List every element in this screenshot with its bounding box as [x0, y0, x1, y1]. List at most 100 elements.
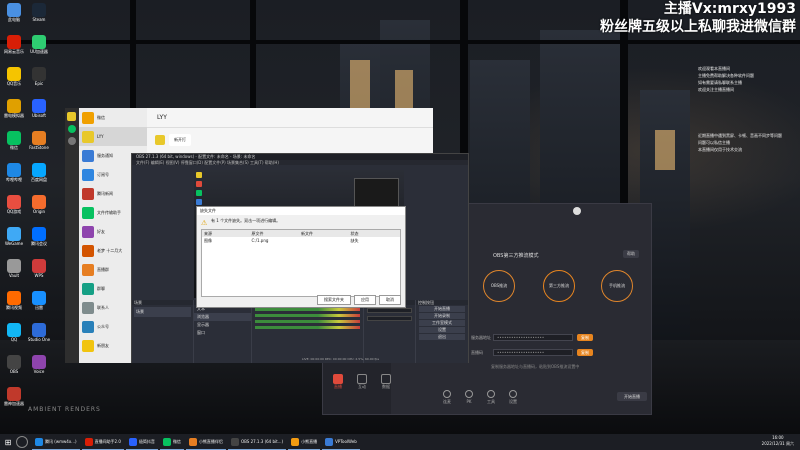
copy-server-button[interactable]: 复制: [577, 334, 593, 341]
search-folder-button[interactable]: 搜索文件夹: [317, 295, 351, 305]
help-button[interactable]: 帮助: [623, 250, 639, 258]
server-field[interactable]: ••••••••••••••••••••: [493, 334, 573, 341]
tool-settings[interactable]: 设置: [509, 390, 517, 405]
missing-files-dialog[interactable]: 缺失文件 ⚠ 有 1 个文件缺失。双击一项进行编辑。 来源 原文件 新文件 状态…: [196, 206, 406, 308]
desktop-icon[interactable]: Ubisoft: [27, 99, 51, 129]
taskbar-button[interactable]: 直播间助手2.0: [81, 434, 124, 450]
desktop-icon[interactable]: WeGame: [2, 227, 26, 257]
desktop-icon-label: UU加速器: [30, 49, 48, 54]
source-item[interactable]: 显示器: [194, 321, 251, 329]
mode-mobile[interactable]: 手机推流: [601, 270, 633, 302]
data-icon[interactable]: [381, 374, 391, 384]
studio-mode-button[interactable]: 工作室模式: [419, 320, 465, 326]
mixer-dock: 混音器: [252, 300, 364, 363]
exit-button[interactable]: 退出: [419, 334, 465, 340]
avatar[interactable]: [573, 207, 581, 215]
desktop-icon[interactable]: Vault: [2, 259, 26, 289]
start-live-button[interactable]: 开始直播: [617, 392, 647, 401]
copy-key-button[interactable]: 复制: [577, 349, 593, 356]
duration-input[interactable]: [367, 316, 412, 321]
live-icon[interactable]: [333, 374, 343, 384]
tool-lianmai[interactable]: 连麦: [443, 390, 451, 405]
table-row[interactable]: 图像 C:/1.png 缺失: [202, 237, 400, 244]
taskbar-label: VPToolWeb: [335, 439, 357, 444]
settings-button[interactable]: 设置: [419, 327, 465, 333]
contacts-icon[interactable]: [68, 137, 76, 145]
desktop-icon[interactable]: Voice: [27, 355, 51, 385]
start-recording-button[interactable]: 开始录制: [419, 313, 465, 319]
dock-title: 场景: [132, 300, 193, 305]
app-icon: [32, 291, 46, 305]
tool-icon: [465, 390, 473, 398]
desktop-icon[interactable]: Epic: [27, 67, 51, 97]
search-icon[interactable]: [16, 436, 28, 448]
desktop-icon[interactable]: Studio One: [27, 323, 51, 353]
apply-button[interactable]: 应用: [354, 295, 376, 305]
clock[interactable]: 16:00 2022/12/31 周六: [762, 435, 794, 447]
taskbar-button[interactable]: OBS 27.1.3 (64 bit...): [227, 434, 287, 450]
desktop-icon[interactable]: 雷神加速器: [2, 387, 26, 417]
cancel-button[interactable]: 取消: [379, 295, 401, 305]
desktop-icon[interactable]: UU加速器: [27, 35, 51, 65]
key-field[interactable]: ••••••••••••••••••••: [493, 349, 573, 356]
app-icon: [32, 163, 46, 177]
app-icon: [32, 3, 46, 17]
app-icon: [32, 35, 46, 49]
app-icon: [32, 131, 46, 145]
tool-pk[interactable]: PK: [465, 390, 473, 405]
taskbar-button[interactable]: 微信: [159, 434, 184, 450]
desktop-icon[interactable]: Steam: [27, 3, 51, 33]
desktop-icon-label: FastStone: [29, 145, 49, 150]
avatar: [82, 301, 94, 314]
desktop-icon[interactable]: 此电脑: [2, 3, 26, 33]
desktop-icon[interactable]: 腾讯会议: [27, 227, 51, 257]
desktop-icon[interactable]: 雷电模拟器: [2, 99, 26, 129]
chat-name: 直播群: [97, 266, 109, 272]
app-icon: [7, 355, 21, 369]
desktop-icon[interactable]: 微信: [2, 131, 26, 161]
taskbar-button[interactable]: 小熊直播伴侣: [185, 434, 226, 450]
interact-icon[interactable]: [357, 374, 367, 384]
app-icon: [291, 437, 300, 446]
desktop-icon[interactable]: 网易云音乐: [2, 35, 26, 65]
table-cell: C:/1.png: [251, 238, 269, 243]
tool-label: 连麦: [443, 399, 451, 404]
windows-start-icon[interactable]: ⊞: [0, 434, 16, 450]
taskbar-button[interactable]: 小熊直播: [288, 434, 321, 450]
overlay-line-1: 主播Vx:mrxy1993: [663, 1, 796, 17]
mode-title: OBS第三方推流模式: [493, 253, 539, 259]
app-icon: [162, 437, 171, 446]
mode-thirdparty[interactable]: 第三方推流: [543, 270, 575, 302]
chat-list-item[interactable]: 微信: [79, 108, 147, 127]
desktop-icon[interactable]: QQ音乐: [2, 67, 26, 97]
mode-obs[interactable]: OBS推流: [483, 270, 515, 302]
taskbar-button[interactable]: 腾讯 (wmw4x...): [32, 434, 80, 450]
obs-menu-bar[interactable]: 文件(F) 编辑(E) 视图(V) 停靠窗口(D) 配置文件(P) 场景集合(S…: [132, 160, 468, 165]
source-item[interactable]: 窗口: [194, 329, 251, 337]
preview-app-icon: [196, 190, 202, 196]
desktop-icon-label: Ubisoft: [31, 113, 46, 118]
transition-select[interactable]: [367, 308, 412, 313]
tool-tools[interactable]: 工具: [487, 390, 495, 405]
desktop-icon[interactable]: 腾讯视频: [2, 291, 26, 321]
taskbar-button[interactable]: VPToolWeb: [322, 434, 360, 450]
source-item[interactable]: 浏览器: [194, 313, 251, 321]
app-icon: [7, 67, 21, 81]
desktop-icon[interactable]: QQ: [2, 323, 26, 353]
desktop-icon[interactable]: FastStone: [27, 131, 51, 161]
desktop-icon[interactable]: 百度网盘: [27, 163, 51, 193]
preview-overlay-text: [354, 178, 399, 208]
avatar[interactable]: [67, 112, 76, 121]
scene-item[interactable]: 场景: [134, 307, 191, 317]
desktop-icon[interactable]: QQ游戏: [2, 195, 26, 225]
chat-list-item[interactable]: LYY: [79, 127, 147, 146]
taskbar-button[interactable]: 极简抖音: [125, 434, 158, 450]
desktop-icon[interactable]: Origin: [27, 195, 51, 225]
desktop-icon[interactable]: WPS: [27, 259, 51, 289]
desktop-icon[interactable]: 哔哩哔哩: [2, 163, 26, 193]
chat-icon[interactable]: [68, 125, 76, 133]
start-streaming-button[interactable]: 开始直播: [419, 306, 465, 312]
desktop-icon[interactable]: 迅雷: [27, 291, 51, 321]
taskbar: ⊞ 腾讯 (wmw4x...) 直播间助手2.0 极简抖音 微信 小熊直播伴侣 OBS 2…: [0, 434, 800, 450]
desktop-icon[interactable]: OBS: [2, 355, 26, 385]
